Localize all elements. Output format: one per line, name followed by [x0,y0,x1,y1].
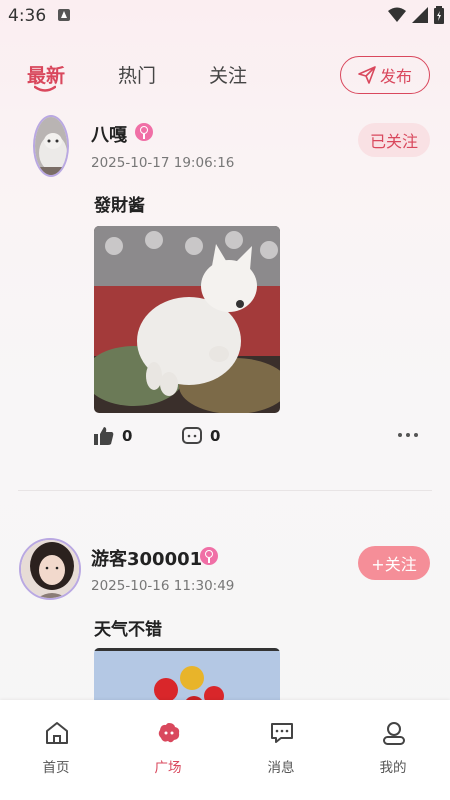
thumbs-up-icon [94,427,114,445]
status-icons [388,6,444,24]
status-bar: 4:36 [0,0,450,32]
notification-icon [58,9,70,21]
comment-button[interactable]: 0 [182,427,220,445]
avatar[interactable] [19,538,81,600]
avatar[interactable] [33,115,69,177]
like-count: 0 [122,427,133,445]
female-gender-icon [200,547,218,565]
flower-photo [94,648,280,708]
post-username[interactable]: 游客300001 [91,545,202,571]
send-icon [358,66,376,84]
post-text: 天气不错 [94,620,162,640]
nav-label-profile: 我的 [379,760,407,776]
post-image[interactable] [94,648,280,708]
more-options-icon[interactable] [398,433,418,437]
tab-following[interactable]: 关注 [209,61,247,88]
signal-icon [412,7,428,23]
home-icon [46,722,68,744]
female-gender-icon [135,123,153,141]
like-button[interactable]: 0 [94,427,132,445]
wifi-icon [388,7,406,22]
cat-photo [94,226,280,413]
post-actions: 0 0 [94,427,434,451]
post-text: 發財酱 [94,196,145,216]
feed-tabs: 最新 热门 关注 发布 [0,55,450,100]
followed-button[interactable]: 已关注 [358,123,430,157]
status-time: 4:36 [8,6,47,26]
post-username[interactable]: 八嘎 [91,121,127,147]
battery-icon [434,6,444,24]
post-time: 2025-10-16 11:30:49 [91,578,235,594]
profile-icon [383,722,405,745]
nav-label-plaza: 广场 [154,760,182,776]
post-image[interactable] [94,226,280,413]
comment-count: 0 [210,427,221,445]
tab-latest[interactable]: 最新 [27,61,65,88]
follow-button[interactable]: +关注 [358,546,430,580]
active-tab-indicator [34,85,56,92]
avatar-image [21,540,79,598]
bottom-navigation: 首页 广场 消息 我的 [0,700,450,800]
message-icon [271,723,293,743]
publish-button[interactable]: 发布 [340,56,430,94]
post-time: 2025-10-17 19:06:16 [91,155,235,171]
comment-icon [182,427,202,444]
nav-label-messages: 消息 [267,760,295,776]
publish-label: 发布 [379,67,412,86]
nav-label-home: 首页 [42,760,70,776]
plaza-icon [158,723,180,743]
avatar-image [35,117,67,175]
tab-hot[interactable]: 热门 [118,61,156,88]
app-screen: 4:36 最新 热门 关注 发布 八嘎 2025-10-17 19:06:16 … [0,0,450,800]
post-divider [18,490,432,491]
